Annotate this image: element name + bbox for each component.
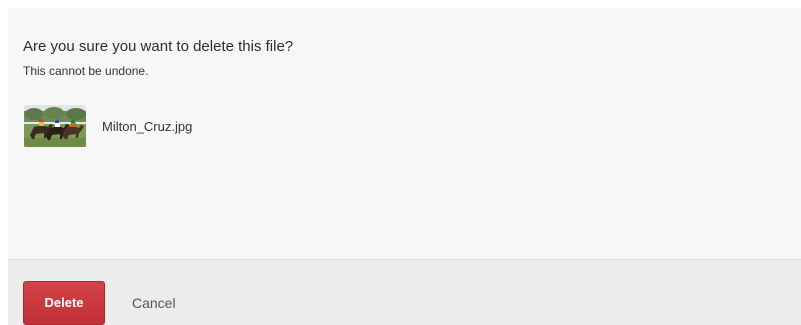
file-item: Milton_Cruz.jpg bbox=[24, 105, 192, 147]
dialog-footer: Delete Cancel bbox=[8, 259, 801, 325]
dialog-body: Are you sure you want to delete this fil… bbox=[8, 8, 801, 259]
dialog-title: Are you sure you want to delete this fil… bbox=[23, 38, 294, 55]
delete-button[interactable]: Delete bbox=[23, 281, 105, 325]
cancel-button[interactable]: Cancel bbox=[120, 281, 188, 325]
dialog-subtitle: This cannot be undone. bbox=[23, 64, 149, 78]
delete-file-dialog: Are you sure you want to delete this fil… bbox=[8, 8, 801, 325]
image-thumbnail-icon bbox=[24, 105, 86, 147]
file-name: Milton_Cruz.jpg bbox=[102, 118, 193, 134]
